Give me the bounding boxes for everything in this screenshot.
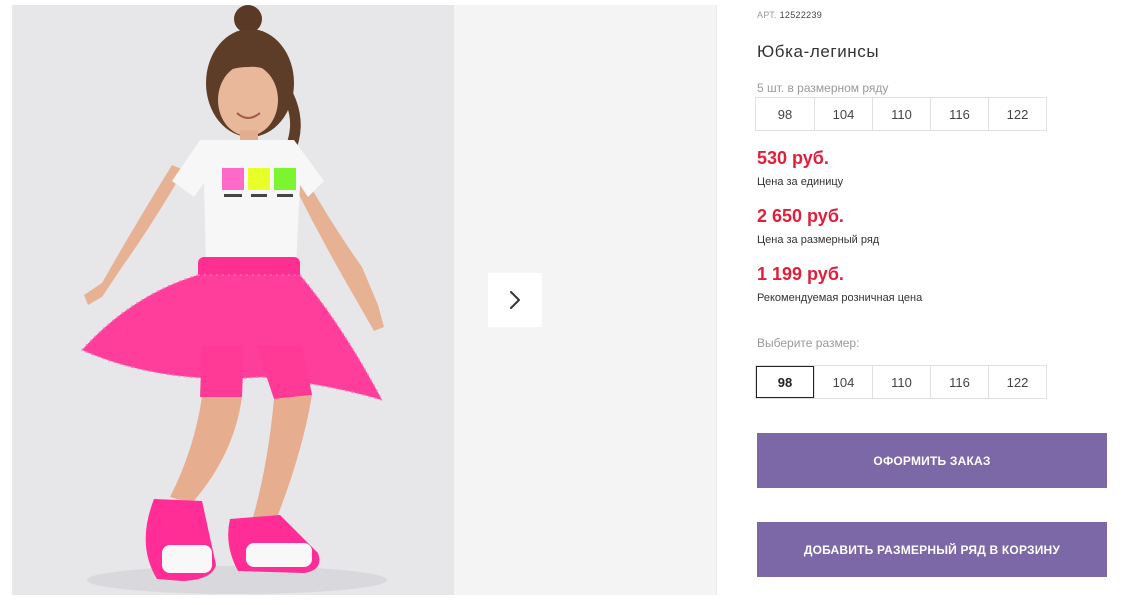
- retail-price-label: Рекомендуемая розничная цена: [757, 292, 923, 304]
- size-option-116[interactable]: 116: [930, 366, 988, 398]
- article-value: 12522239: [779, 10, 823, 20]
- add-range-to-cart-button[interactable]: ДОБАВИТЬ РАЗМЕРНЫЙ РЯД В КОРЗИНУ: [757, 522, 1107, 577]
- retail-price: 1 199 руб.: [757, 264, 844, 284]
- chevron-right-icon: [508, 289, 522, 311]
- range-size: 110: [872, 98, 930, 130]
- size-option-104[interactable]: 104: [814, 366, 872, 398]
- product-title: Юбка-легинсы: [757, 42, 880, 61]
- article-number: АРТ. 12522239: [757, 10, 822, 20]
- range-price-label: Цена за размерный ряд: [757, 234, 880, 246]
- product-photo[interactable]: [12, 5, 454, 595]
- range-price: 2 650 руб.: [757, 206, 844, 226]
- size-option-110[interactable]: 110: [872, 366, 930, 398]
- gallery-next-button[interactable]: [488, 273, 542, 327]
- range-size: 104: [814, 98, 872, 130]
- size-option-98[interactable]: 98: [756, 366, 814, 398]
- size-range-list: 98 104 110 116 122: [755, 97, 1047, 131]
- choose-size-label: Выберите размер:: [757, 336, 860, 350]
- size-option-122[interactable]: 122: [988, 366, 1046, 398]
- article-label: АРТ.: [757, 10, 777, 20]
- range-size: 98: [777, 106, 793, 122]
- range-size: 116: [930, 98, 988, 130]
- range-size: 122: [988, 98, 1046, 130]
- product-gallery: [12, 5, 717, 595]
- pack-note: 5 шт. в размерном ряду: [757, 81, 889, 95]
- unit-price: 530 руб.: [757, 148, 829, 168]
- order-button[interactable]: ОФОРМИТЬ ЗАКАЗ: [757, 433, 1107, 488]
- unit-price-label: Цена за единицу: [757, 176, 844, 188]
- product-info: АРТ. 12522239 Юбка-легинсы 5 шт. в разме…: [755, 0, 1109, 605]
- size-selector: 98 104 110 116 122: [755, 365, 1047, 399]
